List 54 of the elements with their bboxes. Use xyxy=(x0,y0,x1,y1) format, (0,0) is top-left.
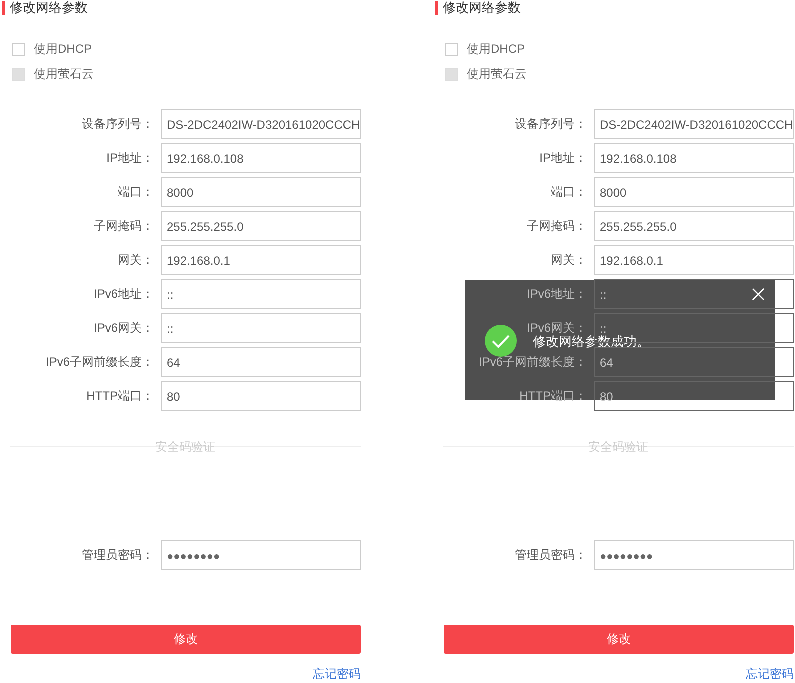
password-field[interactable]: ●●●●●●●● xyxy=(594,540,794,570)
field-label: 子网掩码： xyxy=(93,218,154,234)
input-field[interactable]: 255.255.255.0 xyxy=(161,211,361,241)
field-label: IP地址： xyxy=(538,150,587,166)
forgot-password-link[interactable]: 忘记密码 xyxy=(313,666,361,683)
input-field[interactable]: 8000 xyxy=(161,177,361,207)
input-field[interactable]: 192.168.0.108 xyxy=(161,143,361,173)
input-field[interactable]: 64 xyxy=(594,347,794,377)
input-field[interactable]: 192.168.0.1 xyxy=(594,245,794,275)
input-field[interactable]: 64 xyxy=(161,347,361,377)
heading-marker xyxy=(435,0,438,14)
field-label: 设备序列号： xyxy=(81,116,154,132)
input-field[interactable]: 80 xyxy=(161,381,361,411)
field-label: IP地址： xyxy=(106,150,154,166)
field-label: IPv6网关： xyxy=(526,320,587,335)
checkbox-label: 使用萤石云 xyxy=(34,66,94,82)
input-field[interactable]: :: xyxy=(161,279,361,309)
submit-button[interactable]: 修改 xyxy=(444,625,794,654)
field-label: 子网掩码： xyxy=(526,218,587,234)
field-label: 端口： xyxy=(117,184,154,200)
field-label: HTTP端口： xyxy=(86,388,154,404)
checkbox-label: 使用萤石云 xyxy=(467,66,527,82)
field-label: 管理员密码： xyxy=(81,546,154,564)
checkbox[interactable] xyxy=(445,42,458,56)
password-field[interactable]: ●●●●●●●● xyxy=(161,540,361,570)
field-label: 端口： xyxy=(550,184,587,200)
input-field[interactable]: :: xyxy=(161,313,361,343)
input-field[interactable]: DS-2DC2402IW-D320161020CCCH xyxy=(594,109,794,139)
success-check-icon xyxy=(485,324,517,356)
input-field[interactable]: :: xyxy=(594,279,794,309)
submit-button[interactable]: 修改 xyxy=(11,625,361,654)
checkbox[interactable] xyxy=(12,42,25,56)
input-field[interactable]: 192.168.0.108 xyxy=(594,143,794,173)
field-label: 网关： xyxy=(550,252,587,268)
input-field[interactable]: DS-2DC2402IW-D320161020CCCH xyxy=(161,109,361,139)
field-label: IPv6子网前缀长度： xyxy=(478,354,587,370)
input-field[interactable]: 255.255.255.0 xyxy=(594,211,794,241)
section-title: 修改网络参数 xyxy=(443,0,521,15)
input-field[interactable]: 8000 xyxy=(594,177,794,207)
input-field[interactable]: 192.168.0.1 xyxy=(161,245,361,275)
section-title: 修改网络参数 xyxy=(10,0,88,15)
checkbox-label: 使用DHCP xyxy=(467,40,526,58)
heading-marker xyxy=(2,0,5,14)
forgot-password-link[interactable]: 忘记密码 xyxy=(746,666,794,683)
field-label: 网关： xyxy=(117,252,154,268)
field-label: 管理员密码： xyxy=(514,546,587,564)
checkbox-label: 使用DHCP xyxy=(34,40,92,58)
field-label: IPv6地址： xyxy=(92,286,154,302)
field-label: IPv6子网前缀长度： xyxy=(44,354,154,370)
field-label: IPv6地址： xyxy=(526,286,587,302)
close-icon[interactable] xyxy=(752,288,765,301)
field-label: IPv6网关： xyxy=(92,320,154,336)
field-label: 设备序列号： xyxy=(514,116,587,132)
field-label: HTTP端口： xyxy=(518,388,587,404)
